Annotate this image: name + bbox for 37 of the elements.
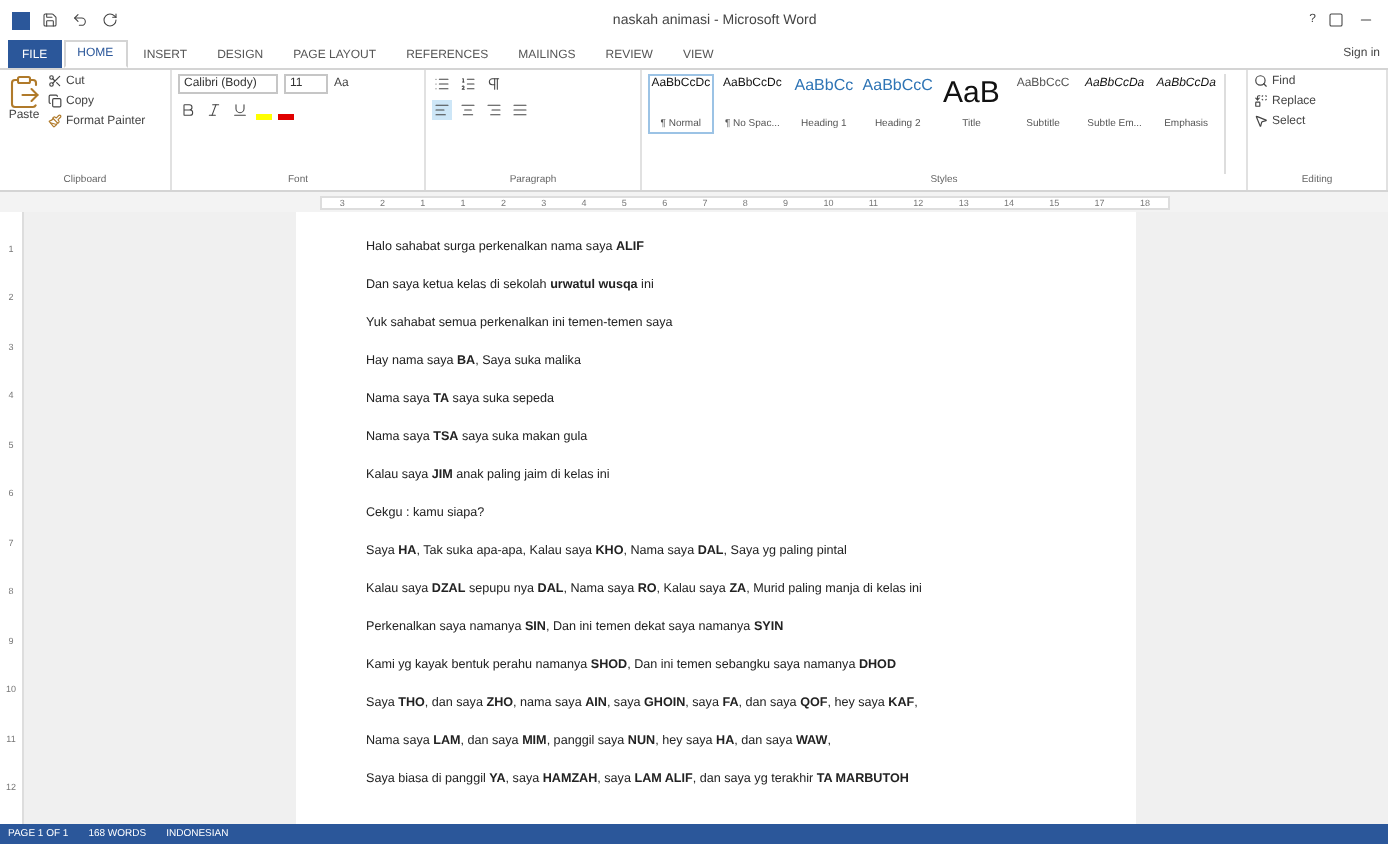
- style-preview: AaBbCc: [794, 78, 854, 94]
- search-icon: [1254, 74, 1268, 88]
- square-icon: [1328, 12, 1344, 28]
- style-preview: AaBbCcC: [862, 78, 933, 94]
- font-color-icon[interactable]: [278, 113, 294, 119]
- undo-arrow-icon: [72, 12, 88, 28]
- align-left-icon: [434, 102, 450, 118]
- align-right-icon: [486, 102, 502, 118]
- bold-button[interactable]: [178, 100, 198, 120]
- redo-arrow-icon: [102, 12, 118, 28]
- center-button[interactable]: [458, 100, 478, 120]
- underline-icon: [232, 102, 248, 118]
- align-center-icon: [460, 102, 476, 118]
- underline-button[interactable]: [230, 100, 250, 120]
- italic-icon: [206, 102, 222, 118]
- justify-button[interactable]: [510, 100, 530, 120]
- align-right-button[interactable]: [484, 100, 504, 120]
- show-marks-button[interactable]: [484, 74, 504, 94]
- numbering-button[interactable]: [458, 74, 478, 94]
- save-icon[interactable]: [40, 10, 60, 30]
- align-left-button[interactable]: [432, 100, 452, 120]
- scissors-icon: [48, 74, 62, 88]
- paintbrush-icon: [48, 114, 62, 128]
- justify-icon: [512, 102, 528, 118]
- copy-icon: [48, 94, 62, 108]
- word-logo-icon: [12, 11, 30, 29]
- undo-icon[interactable]: [70, 10, 90, 30]
- italic-button[interactable]: [204, 100, 224, 120]
- cursor-icon: [1254, 114, 1268, 128]
- redo-icon[interactable]: [100, 10, 120, 30]
- bold-icon: [180, 102, 196, 118]
- list-icon: [434, 76, 450, 92]
- clipboard-icon: [6, 74, 42, 110]
- ribbon-display-icon[interactable]: [1326, 10, 1346, 30]
- pilcrow-icon: [486, 76, 502, 92]
- numbered-list-icon: [460, 76, 476, 92]
- style-preview: AaB: [943, 78, 1000, 108]
